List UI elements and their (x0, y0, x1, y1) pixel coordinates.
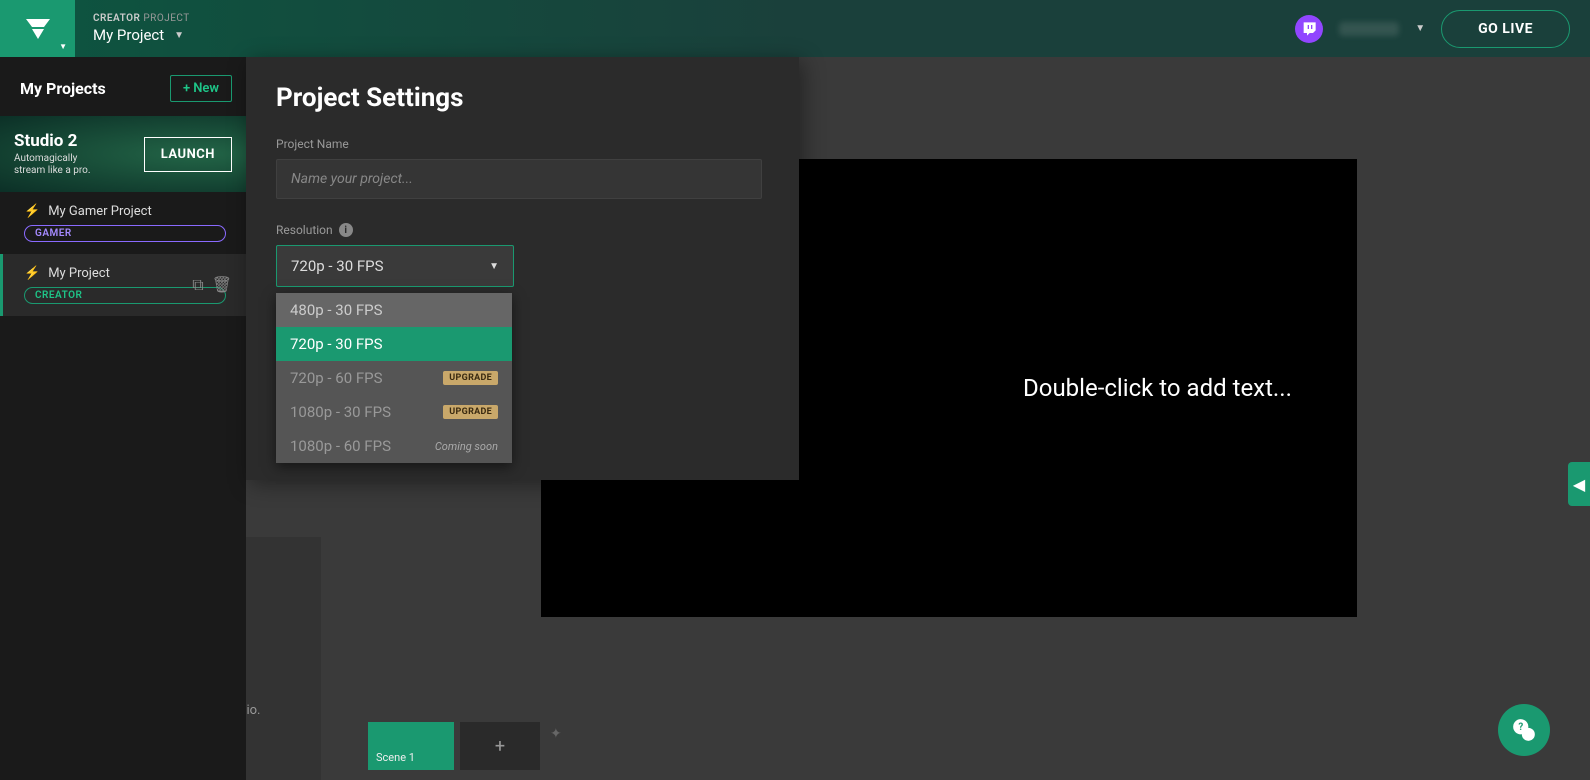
plus-icon: + (183, 81, 190, 96)
project-name-label: My Gamer Project (48, 204, 152, 219)
launch-studio2-button[interactable]: LAUNCH (144, 137, 232, 172)
bolt-icon: ⚡ (24, 204, 40, 219)
coming-soon-label: Coming soon (435, 440, 498, 453)
logo-dropdown-icon: ▼ (59, 42, 67, 51)
project-name-label: My Project (48, 266, 110, 281)
chevron-down-icon: ▼ (174, 30, 184, 41)
project-name-input[interactable] (276, 159, 762, 199)
delete-icon[interactable]: 🗑 (212, 275, 232, 295)
project-type-label: CREATOR PROJECT (93, 13, 190, 24)
project-settings-panel: Project Settings Project Name Resolution… (246, 57, 799, 480)
upgrade-badge: UPGRADE (443, 405, 498, 419)
resolution-select[interactable]: 720p - 30 FPS ▼ (276, 245, 514, 287)
username-display (1339, 22, 1399, 36)
resolution-option-480p30[interactable]: 480p - 30 FPS (276, 293, 512, 327)
project-name-label: Project Name (276, 137, 769, 151)
scene-bar: Scene 1 + ✦ (368, 722, 566, 770)
sidebar-title: My Projects (20, 79, 106, 98)
preview-placeholder-text: Double-click to add text... (1023, 374, 1292, 402)
upgrade-badge: UPGRADE (443, 371, 498, 385)
logo-icon (22, 13, 54, 45)
chevron-down-icon: ▼ (489, 261, 499, 272)
twitch-glyph-icon (1301, 21, 1317, 37)
resolution-selected-value: 720p - 30 FPS (291, 257, 384, 275)
app-header: ▼ CREATOR PROJECT My Project ▼ ▼ GO LIVE (0, 0, 1590, 57)
resolution-option-1080p30[interactable]: 1080p - 30 FPSUPGRADE (276, 395, 512, 429)
current-project-name: My Project ▼ (93, 26, 190, 44)
chat-help-icon: ? (1511, 717, 1537, 743)
bolt-icon: ⚡ (24, 266, 40, 281)
scene-tab-1[interactable]: Scene 1 (368, 722, 454, 770)
user-dropdown-icon[interactable]: ▼ (1415, 23, 1425, 34)
resolution-dropdown: 480p - 30 FPS 720p - 30 FPS 720p - 60 FP… (276, 293, 512, 463)
gamer-badge: GAMER (24, 225, 226, 242)
help-chat-button[interactable]: ? (1498, 704, 1550, 756)
go-live-button[interactable]: GO LIVE (1441, 10, 1570, 48)
duplicate-icon[interactable]: ⧉ (192, 275, 203, 295)
promo-title: Studio 2 (14, 131, 91, 151)
studio2-promo-card: Studio 2 Automagicallystream like a pro.… (0, 116, 246, 192)
side-expand-tab[interactable]: ◀ (1568, 462, 1590, 506)
app-logo[interactable]: ▼ (0, 0, 75, 57)
resolution-option-720p60[interactable]: 720p - 60 FPSUPGRADE (276, 361, 512, 395)
resolution-label: Resolutioni (276, 223, 769, 237)
project-item-gamer[interactable]: ⚡ My Gamer Project GAMER (0, 192, 246, 254)
project-selector[interactable]: CREATOR PROJECT My Project ▼ (75, 13, 208, 44)
svg-text:?: ? (1518, 722, 1523, 733)
new-project-button[interactable]: +New (170, 75, 232, 102)
project-item-creator[interactable]: ⚡My Project CREATOR ⧉ 🗑 (0, 254, 246, 316)
twitch-icon[interactable] (1295, 15, 1323, 43)
promo-subtitle: Automagicallystream like a pro. (14, 153, 91, 177)
info-icon[interactable]: i (339, 223, 353, 237)
resolution-option-720p30[interactable]: 720p - 30 FPS (276, 327, 512, 361)
resolution-option-1080p60[interactable]: 1080p - 60 FPSComing soon (276, 429, 512, 463)
add-scene-button[interactable]: + (460, 722, 540, 770)
scene-menu-icon[interactable]: ✦ (546, 722, 566, 746)
settings-title: Project Settings (276, 83, 769, 113)
projects-sidebar: My Projects +New Studio 2 Automagicallys… (0, 57, 246, 780)
